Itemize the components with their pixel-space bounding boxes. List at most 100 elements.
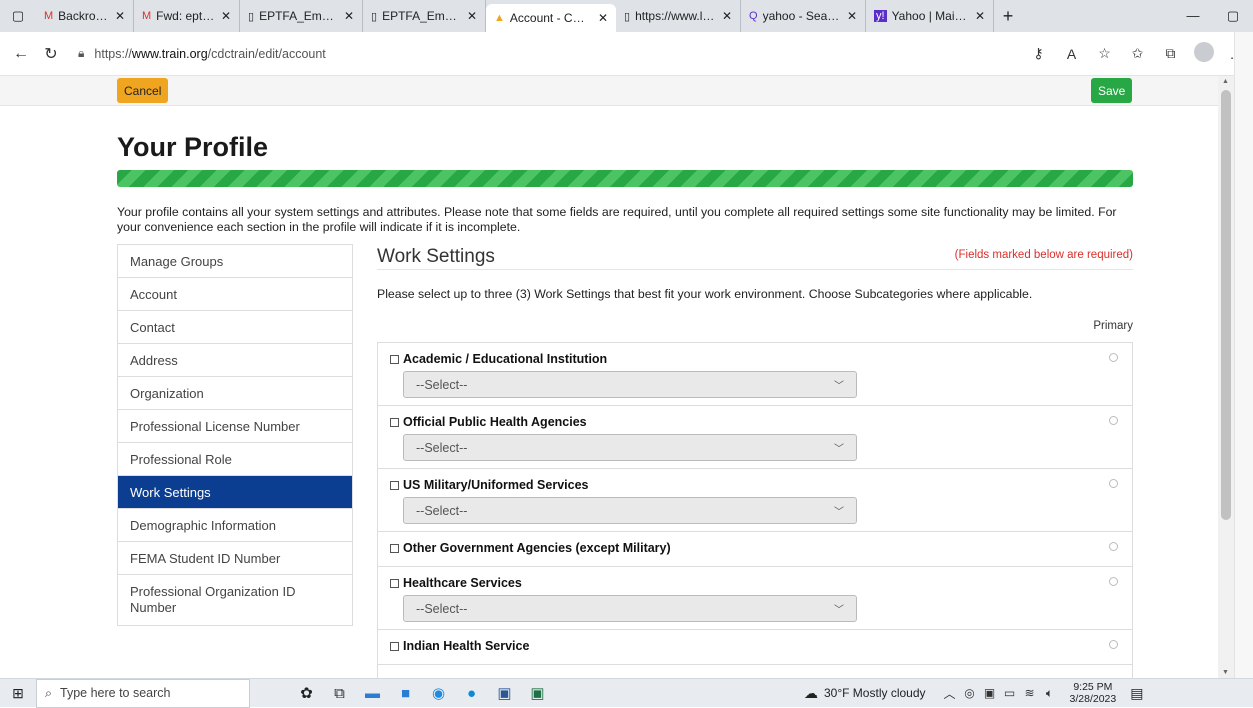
sidebar-item-demographic-information[interactable]: Demographic Information xyxy=(118,509,352,542)
windows-start-icon[interactable]: ⊞ xyxy=(0,685,36,702)
chevron-up-icon[interactable]: ︿ xyxy=(940,685,960,702)
subcategory-select[interactable]: --Select-- ﹀ xyxy=(403,595,857,622)
scroll-down-icon[interactable]: ▼ xyxy=(1222,669,1229,676)
save-button[interactable]: Save xyxy=(1091,78,1133,103)
favorites-list-icon[interactable]: ✩ xyxy=(1121,45,1154,62)
notification-icon[interactable]: ▤ xyxy=(1130,685,1143,702)
tab-title: Account - CDC TR xyxy=(509,11,592,25)
collections-icon[interactable]: ⧉ xyxy=(1154,45,1187,62)
checkbox[interactable] xyxy=(390,354,399,364)
back-icon[interactable]: ← xyxy=(6,45,36,63)
browser-tab[interactable]: M Backround screen ✕ xyxy=(36,0,134,32)
new-tab-icon[interactable]: + xyxy=(994,6,1022,27)
setting-option[interactable]: Indian Health Service xyxy=(390,639,1120,653)
file-explorer-icon[interactable]: ▬ xyxy=(356,685,389,702)
subcategory-select[interactable]: --Select-- ﹀ xyxy=(403,434,857,461)
browser-tab-active[interactable]: ▲ Account - CDC TR ✕ xyxy=(486,4,616,32)
browser-tab[interactable]: ▯ EPTFA_Email.pdf ✕ xyxy=(363,0,486,32)
close-tab-icon[interactable]: ✕ xyxy=(344,9,354,23)
refresh-icon[interactable]: ↻ xyxy=(36,44,66,64)
sidebar-item-fema-student-id-number[interactable]: FEMA Student ID Number xyxy=(118,542,352,575)
read-aloud-icon[interactable]: A xyxy=(1055,46,1088,62)
browser-tab[interactable]: Q yahoo - Search ✕ xyxy=(741,0,866,32)
setting-option[interactable]: Official Public Health Agencies xyxy=(390,415,1120,429)
select-value: --Select-- xyxy=(416,440,468,455)
excel-icon[interactable]: ▣ xyxy=(521,684,554,702)
url-domain: www.train.org xyxy=(131,46,208,61)
clock[interactable]: 9:25 PM 3/28/2023 xyxy=(1070,681,1117,705)
subcategory-select[interactable]: --Select-- ﹀ xyxy=(403,497,857,524)
primary-radio[interactable] xyxy=(1109,353,1118,362)
list-item: US Military/Uniformed Services --Select-… xyxy=(378,469,1132,532)
maximize-icon[interactable]: ▢ xyxy=(1213,8,1253,24)
sidebar-item-manage-groups[interactable]: Manage Groups xyxy=(118,245,352,278)
profile-icon[interactable] xyxy=(1187,42,1220,65)
sidebar-item-address[interactable]: Address xyxy=(118,344,352,377)
browser-tab[interactable]: ▯ EPTFA_Email.pdf ✕ xyxy=(240,0,363,32)
setting-option[interactable]: US Military/Uniformed Services xyxy=(390,478,1120,492)
checkbox[interactable] xyxy=(390,480,399,490)
key-icon[interactable]: ⚷ xyxy=(1022,45,1055,62)
primary-radio[interactable] xyxy=(1109,577,1118,586)
task-view-icon[interactable]: ⧉ xyxy=(323,685,356,702)
close-tab-icon[interactable]: ✕ xyxy=(221,9,231,23)
setting-label: Official Public Health Agencies xyxy=(403,415,587,429)
checkbox[interactable] xyxy=(390,641,399,651)
minimize-icon[interactable]: — xyxy=(1173,8,1213,24)
primary-radio[interactable] xyxy=(1109,416,1118,425)
setting-option[interactable]: Healthcare Services xyxy=(390,576,1120,590)
sidebar-item-organization[interactable]: Organization xyxy=(118,377,352,410)
browser-tab[interactable]: M Fwd: eptfa.org - M ✕ xyxy=(134,0,240,32)
url-field[interactable]: 🔒︎ https://www.train.org/cdctrain/edit/a… xyxy=(78,46,868,61)
close-tab-icon[interactable]: ✕ xyxy=(847,9,857,23)
taskbar-search-input[interactable]: ⌕ Type here to search xyxy=(36,678,250,708)
edge-icon[interactable]: ● xyxy=(455,685,488,702)
sidebar-item-work-settings[interactable]: Work Settings xyxy=(118,476,352,509)
scroll-up-icon[interactable]: ▲ xyxy=(1222,78,1229,85)
profile-intro-text: Your profile contains all your system se… xyxy=(117,205,1117,234)
browser-tab[interactable]: y! Yahoo | Mail, Wea ✕ xyxy=(866,0,994,32)
sidebar-item-contact[interactable]: Contact xyxy=(118,311,352,344)
browser-tab[interactable]: ▯ https://www.leag ✕ xyxy=(616,0,741,32)
list-item: Healthcare Services --Select-- ﹀ xyxy=(378,567,1132,630)
display-icon[interactable]: ▣ xyxy=(980,686,1000,700)
volume-icon[interactable]: 🔈︎ xyxy=(1040,686,1060,701)
scrollbar-thumb[interactable] xyxy=(1221,90,1231,520)
cancel-button[interactable]: Cancel xyxy=(117,78,169,103)
cortana-icon[interactable]: ✿ xyxy=(290,684,323,702)
close-tab-icon[interactable]: ✕ xyxy=(975,9,985,23)
wifi-icon[interactable]: ≋ xyxy=(1020,686,1040,700)
action-bar: Cancel Save xyxy=(0,76,1218,106)
lock-icon: 🔒︎ xyxy=(78,46,85,60)
primary-radio[interactable] xyxy=(1109,542,1118,551)
clock-date: 3/28/2023 xyxy=(1069,693,1117,705)
sidebar-item-professional-role[interactable]: Professional Role xyxy=(118,443,352,476)
sidebar-item-account[interactable]: Account xyxy=(118,278,352,311)
subcategory-select[interactable]: --Select-- ﹀ xyxy=(403,371,857,398)
close-tab-icon[interactable]: ✕ xyxy=(467,9,477,23)
tab-title: EPTFA_Email.pdf xyxy=(259,9,338,23)
primary-radio[interactable] xyxy=(1109,479,1118,488)
sidebar-item-professional-license-number[interactable]: Professional License Number xyxy=(118,410,352,443)
close-tab-icon[interactable]: ✕ xyxy=(115,9,125,23)
primary-radio[interactable] xyxy=(1109,640,1118,649)
setting-label: Other Government Agencies (except Milita… xyxy=(403,541,671,555)
close-tab-icon[interactable]: ✕ xyxy=(722,9,732,23)
sidebar-item-professional-organization-id-number[interactable]: Professional Organization ID Number xyxy=(118,575,352,625)
weather-widget[interactable]: ☁ 30°F Mostly cloudy xyxy=(804,685,926,702)
safari-icon[interactable]: ◉ xyxy=(422,684,455,702)
battery-icon[interactable]: ▭ xyxy=(1000,686,1020,700)
word-icon[interactable]: ▣ xyxy=(488,684,521,702)
checkbox[interactable] xyxy=(390,543,399,553)
browser-toolbar: ⚷ A ☆ ✩ ⧉ … xyxy=(1022,42,1253,65)
setting-option[interactable]: Other Government Agencies (except Milita… xyxy=(390,541,1120,555)
checkbox[interactable] xyxy=(390,578,399,588)
tab-actions-icon[interactable]: ▢ xyxy=(0,0,36,32)
checkbox[interactable] xyxy=(390,417,399,427)
close-tab-icon[interactable]: ✕ xyxy=(598,11,608,25)
favorite-icon[interactable]: ☆ xyxy=(1088,45,1121,62)
page-scrollbar[interactable]: ▲ ▼ xyxy=(1218,76,1234,678)
meet-icon[interactable]: ◎ xyxy=(960,686,980,700)
store-icon[interactable]: ■ xyxy=(389,685,422,702)
setting-option[interactable]: Academic / Educational Institution xyxy=(390,352,1120,366)
